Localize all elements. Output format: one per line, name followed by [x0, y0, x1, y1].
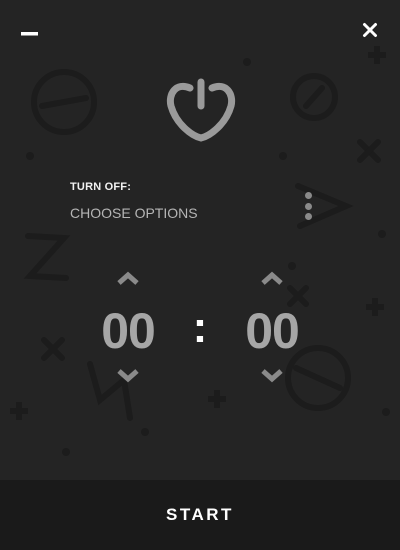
minutes-increase-button[interactable]	[258, 268, 286, 288]
chevron-up-icon	[261, 271, 283, 285]
turn-off-label: TURN OFF:	[70, 181, 132, 193]
background-pattern	[10, 46, 390, 456]
hours-picker: 00	[88, 266, 168, 390]
chevron-down-icon	[117, 369, 139, 383]
power-heart-icon	[166, 78, 236, 142]
menu-dot	[304, 213, 312, 220]
hours-increase-button[interactable]	[114, 268, 142, 288]
footer-bar: START	[0, 480, 400, 550]
menu-dot	[304, 202, 312, 210]
hours-decrease-button[interactable]	[114, 366, 142, 386]
chevron-down-icon	[261, 369, 283, 383]
menu-dot	[304, 192, 312, 199]
minutes-value[interactable]: 00	[232, 302, 312, 360]
minimize-icon	[21, 32, 38, 36]
choose-options-link[interactable]: CHOOSE OPTIONS	[70, 205, 198, 221]
time-separator: :	[192, 303, 208, 352]
hours-value[interactable]: 00	[88, 302, 168, 360]
minutes-decrease-button[interactable]	[258, 366, 286, 386]
start-button[interactable]: START	[136, 495, 264, 535]
kebab-menu-icon[interactable]	[300, 190, 316, 222]
minimize-button[interactable]	[16, 20, 44, 48]
chevron-up-icon	[117, 271, 139, 285]
close-icon	[363, 23, 377, 37]
minutes-picker: 00	[232, 266, 312, 390]
close-button[interactable]	[356, 16, 384, 44]
